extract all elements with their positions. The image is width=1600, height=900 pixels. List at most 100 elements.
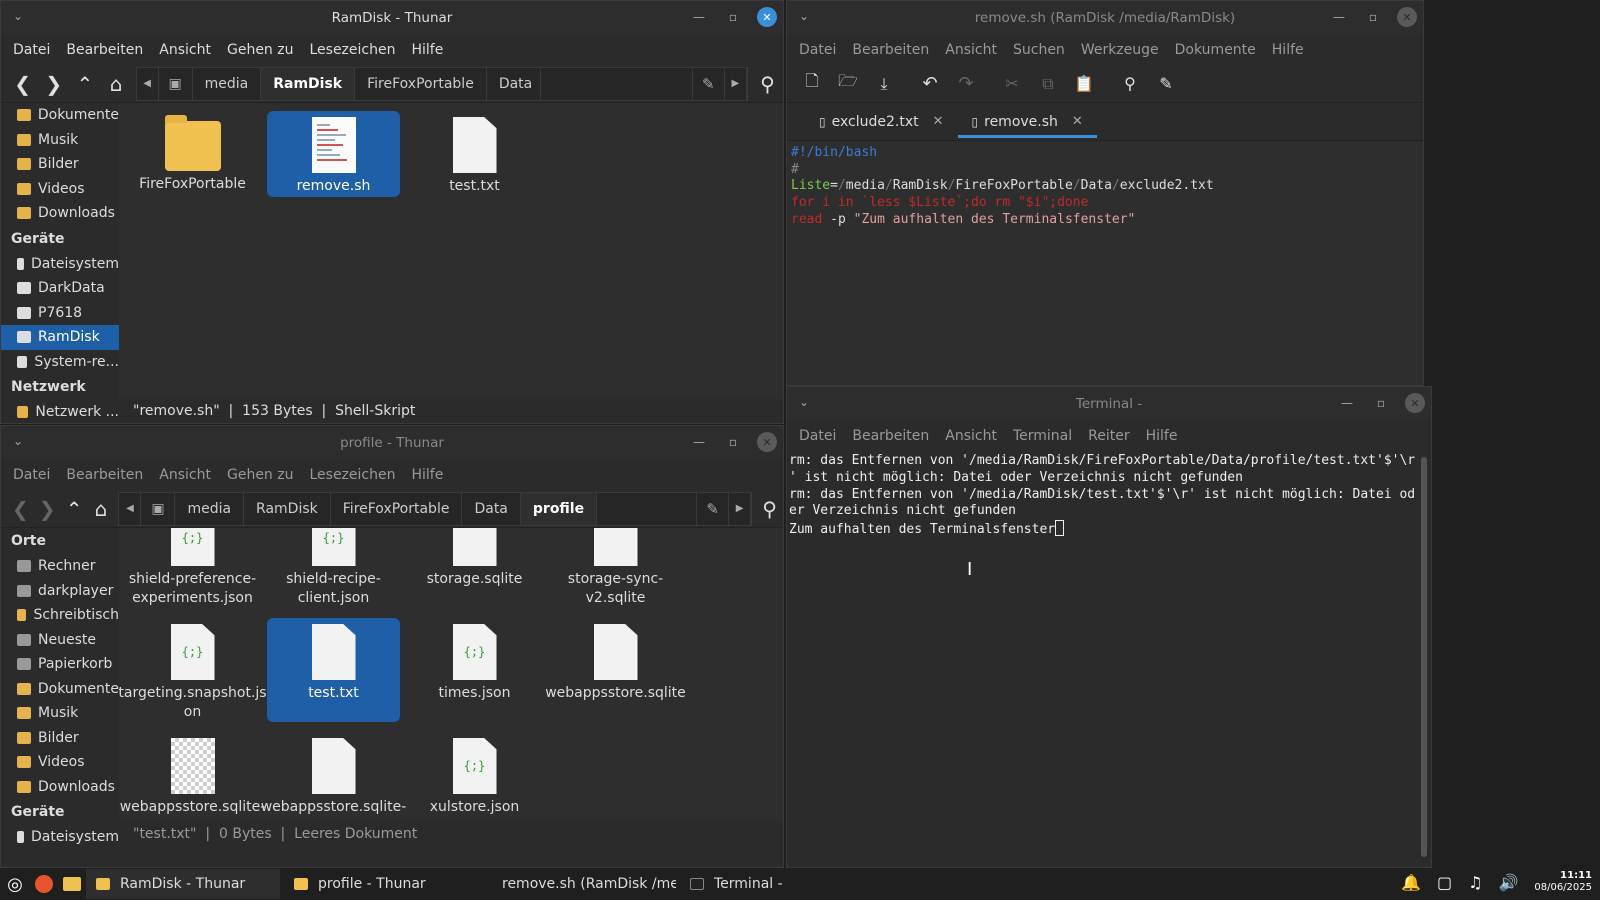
sidebar-item[interactable]: DarkData bbox=[1, 276, 119, 301]
path-ramdisk[interactable]: RamDisk bbox=[261, 67, 356, 100]
minimize-icon[interactable]: — bbox=[1329, 7, 1349, 27]
maximize-icon[interactable]: ▫ bbox=[1371, 393, 1391, 413]
sidebar-item[interactable]: Bilder bbox=[1, 152, 119, 177]
window-menu-icon[interactable]: ⌄ bbox=[13, 434, 23, 448]
close-icon[interactable]: ✕ bbox=[1405, 393, 1425, 413]
menu-ansicht[interactable]: Ansicht bbox=[151, 467, 219, 483]
path-firefoxportable[interactable]: FireFoxPortable bbox=[355, 67, 487, 100]
sidebar-item[interactable]: System-re... bbox=[1, 350, 119, 375]
file-item[interactable]: {;} shield-recipe-client.json bbox=[267, 528, 400, 608]
sidebar-item[interactable]: Dateisystem bbox=[1, 252, 119, 277]
menu-terminal[interactable]: Terminal bbox=[1005, 428, 1080, 444]
minimize-icon[interactable]: — bbox=[689, 7, 709, 27]
menu-hilfe[interactable]: Hilfe bbox=[403, 42, 451, 58]
titlebar[interactable]: ⌄ profile - Thunar — ▫ ✕ bbox=[1, 426, 783, 460]
file-item[interactable]: storage.sqlite bbox=[408, 528, 541, 608]
cut-icon[interactable]: ✂ bbox=[995, 67, 1029, 101]
home-icon[interactable]: ⌂ bbox=[100, 67, 131, 101]
file-item[interactable]: webappsstore.sqlite- bbox=[261, 732, 406, 821]
path-root-icon[interactable]: ▣ bbox=[159, 67, 193, 100]
copy-icon[interactable]: ⧉ bbox=[1031, 67, 1065, 101]
sidebar-item[interactable]: Netzwerk ... bbox=[1, 400, 119, 423]
back-icon[interactable]: ❮ bbox=[7, 492, 34, 526]
menu-hilfe[interactable]: Hilfe bbox=[1264, 42, 1312, 58]
new-document-icon[interactable]: 🗋 bbox=[795, 67, 829, 101]
menu-datei[interactable]: Datei bbox=[5, 42, 58, 58]
file-item[interactable]: {;} shield-preference-experiments.json bbox=[126, 528, 259, 608]
menu-hilfe[interactable]: Hilfe bbox=[1138, 428, 1186, 444]
menu-lesezeichen[interactable]: Lesezeichen bbox=[301, 42, 403, 58]
search-icon[interactable]: ⚲ bbox=[1113, 67, 1147, 101]
start-menu-icon[interactable]: ◎ bbox=[0, 869, 30, 899]
menu-bearbeiten[interactable]: Bearbeiten bbox=[58, 42, 151, 58]
path-media[interactable]: media bbox=[193, 67, 262, 100]
path-left-arrow-icon[interactable]: ◀ bbox=[119, 492, 142, 525]
close-icon[interactable]: ✕ bbox=[757, 432, 777, 452]
menu-bearbeiten[interactable]: Bearbeiten bbox=[844, 42, 937, 58]
menu-suchen[interactable]: Suchen bbox=[1005, 42, 1073, 58]
task-profile-thunar[interactable]: profile - Thunar bbox=[284, 869, 478, 899]
file-item[interactable]: storage-sync-v2.sqlite bbox=[549, 528, 682, 608]
file-item[interactable]: test.txt bbox=[267, 618, 400, 722]
undo-icon[interactable]: ↶ bbox=[913, 67, 947, 101]
minimize-icon[interactable]: — bbox=[1337, 393, 1357, 413]
save-icon[interactable]: ⤓ bbox=[867, 67, 901, 101]
maximize-icon[interactable]: ▫ bbox=[723, 7, 743, 27]
sidebar-item[interactable]: Musik bbox=[1, 701, 119, 726]
sidebar-item[interactable]: darkplayer bbox=[1, 579, 119, 604]
clock[interactable]: 11:11 08/06/2025 bbox=[1534, 870, 1592, 894]
path-media[interactable]: media bbox=[175, 492, 245, 525]
path-left-arrow-icon[interactable]: ◀ bbox=[137, 67, 159, 100]
tab-close-icon[interactable]: ✕ bbox=[933, 114, 944, 129]
menu-datei[interactable]: Datei bbox=[5, 467, 58, 483]
menu-reiter[interactable]: Reiter bbox=[1080, 428, 1137, 444]
path-ramdisk[interactable]: RamDisk bbox=[244, 492, 331, 525]
menu-gehen-zu[interactable]: Gehen zu bbox=[219, 42, 302, 58]
menu-datei[interactable]: Datei bbox=[791, 428, 844, 444]
tab-exclude2[interactable]: ▯ exclude2.txt ✕ bbox=[805, 103, 958, 140]
task-terminal[interactable]: Terminal - bbox=[680, 869, 874, 899]
path-profile[interactable]: profile bbox=[520, 492, 598, 525]
path-firefoxportable[interactable]: FireFoxPortable bbox=[331, 492, 463, 525]
window-menu-icon[interactable]: ⌄ bbox=[13, 9, 23, 23]
task-remove-sh[interactable]: remove.sh (RamDisk /me... bbox=[482, 869, 676, 899]
menu-hilfe[interactable]: Hilfe bbox=[403, 467, 451, 483]
window-menu-icon[interactable]: ⌄ bbox=[799, 395, 809, 409]
sidebar-item[interactable]: Dokumente bbox=[1, 677, 119, 702]
sidebar-item[interactable]: Downloads bbox=[1, 201, 119, 226]
tab-close-icon[interactable]: ✕ bbox=[1072, 114, 1083, 129]
sidebar-item[interactable]: Musik bbox=[1, 128, 119, 153]
menu-lesezeichen[interactable]: Lesezeichen bbox=[301, 467, 403, 483]
open-folder-icon[interactable]: 🗁 bbox=[831, 67, 865, 101]
menu-bearbeiten[interactable]: Bearbeiten bbox=[58, 467, 151, 483]
search-icon[interactable]: ⚲ bbox=[752, 67, 783, 101]
task-ramdisk-thunar[interactable]: RamDisk - Thunar bbox=[86, 869, 280, 899]
forward-icon[interactable]: ❯ bbox=[38, 67, 69, 101]
file-item[interactable]: webappsstore.sqlite bbox=[545, 618, 686, 722]
up-icon[interactable]: ⌃ bbox=[61, 492, 88, 526]
redo-icon[interactable]: ↷ bbox=[949, 67, 983, 101]
sidebar-item[interactable]: Videos bbox=[1, 750, 119, 775]
file-item[interactable]: {;} times.json bbox=[408, 618, 541, 722]
file-manager-icon[interactable] bbox=[58, 870, 86, 898]
maximize-icon[interactable]: ▫ bbox=[723, 432, 743, 452]
menu-gehen-zu[interactable]: Gehen zu bbox=[219, 467, 302, 483]
titlebar[interactable]: ⌄ Terminal - — ▫ ✕ bbox=[787, 387, 1431, 421]
file-item[interactable]: remove.sh bbox=[267, 111, 400, 197]
scrollbar[interactable] bbox=[1421, 457, 1427, 857]
path-root-icon[interactable]: ▣ bbox=[141, 492, 176, 525]
menu-dokumente[interactable]: Dokumente bbox=[1167, 42, 1264, 58]
path-data[interactable]: Data bbox=[462, 492, 521, 525]
text-editor[interactable]: #!/bin/bash # Liste=/media/RamDisk/FireFox… bbox=[787, 141, 1423, 385]
volume-icon[interactable]: 🔊 bbox=[1498, 873, 1518, 892]
firefox-icon[interactable] bbox=[30, 870, 58, 898]
clipboard-icon[interactable]: ▢ bbox=[1437, 873, 1452, 892]
tab-remove-sh[interactable]: ▯ remove.sh ✕ bbox=[957, 103, 1098, 140]
sidebar-item[interactable]: Neueste bbox=[1, 628, 119, 653]
sidebar-item[interactable]: Papierkorb bbox=[1, 652, 119, 677]
menu-ansicht[interactable]: Ansicht bbox=[937, 428, 1005, 444]
path-right-arrow-icon[interactable]: ▶ bbox=[729, 492, 752, 525]
forward-icon[interactable]: ❯ bbox=[34, 492, 61, 526]
paste-icon[interactable]: 📋 bbox=[1067, 67, 1101, 101]
window-menu-icon[interactable]: ⌄ bbox=[799, 9, 809, 23]
